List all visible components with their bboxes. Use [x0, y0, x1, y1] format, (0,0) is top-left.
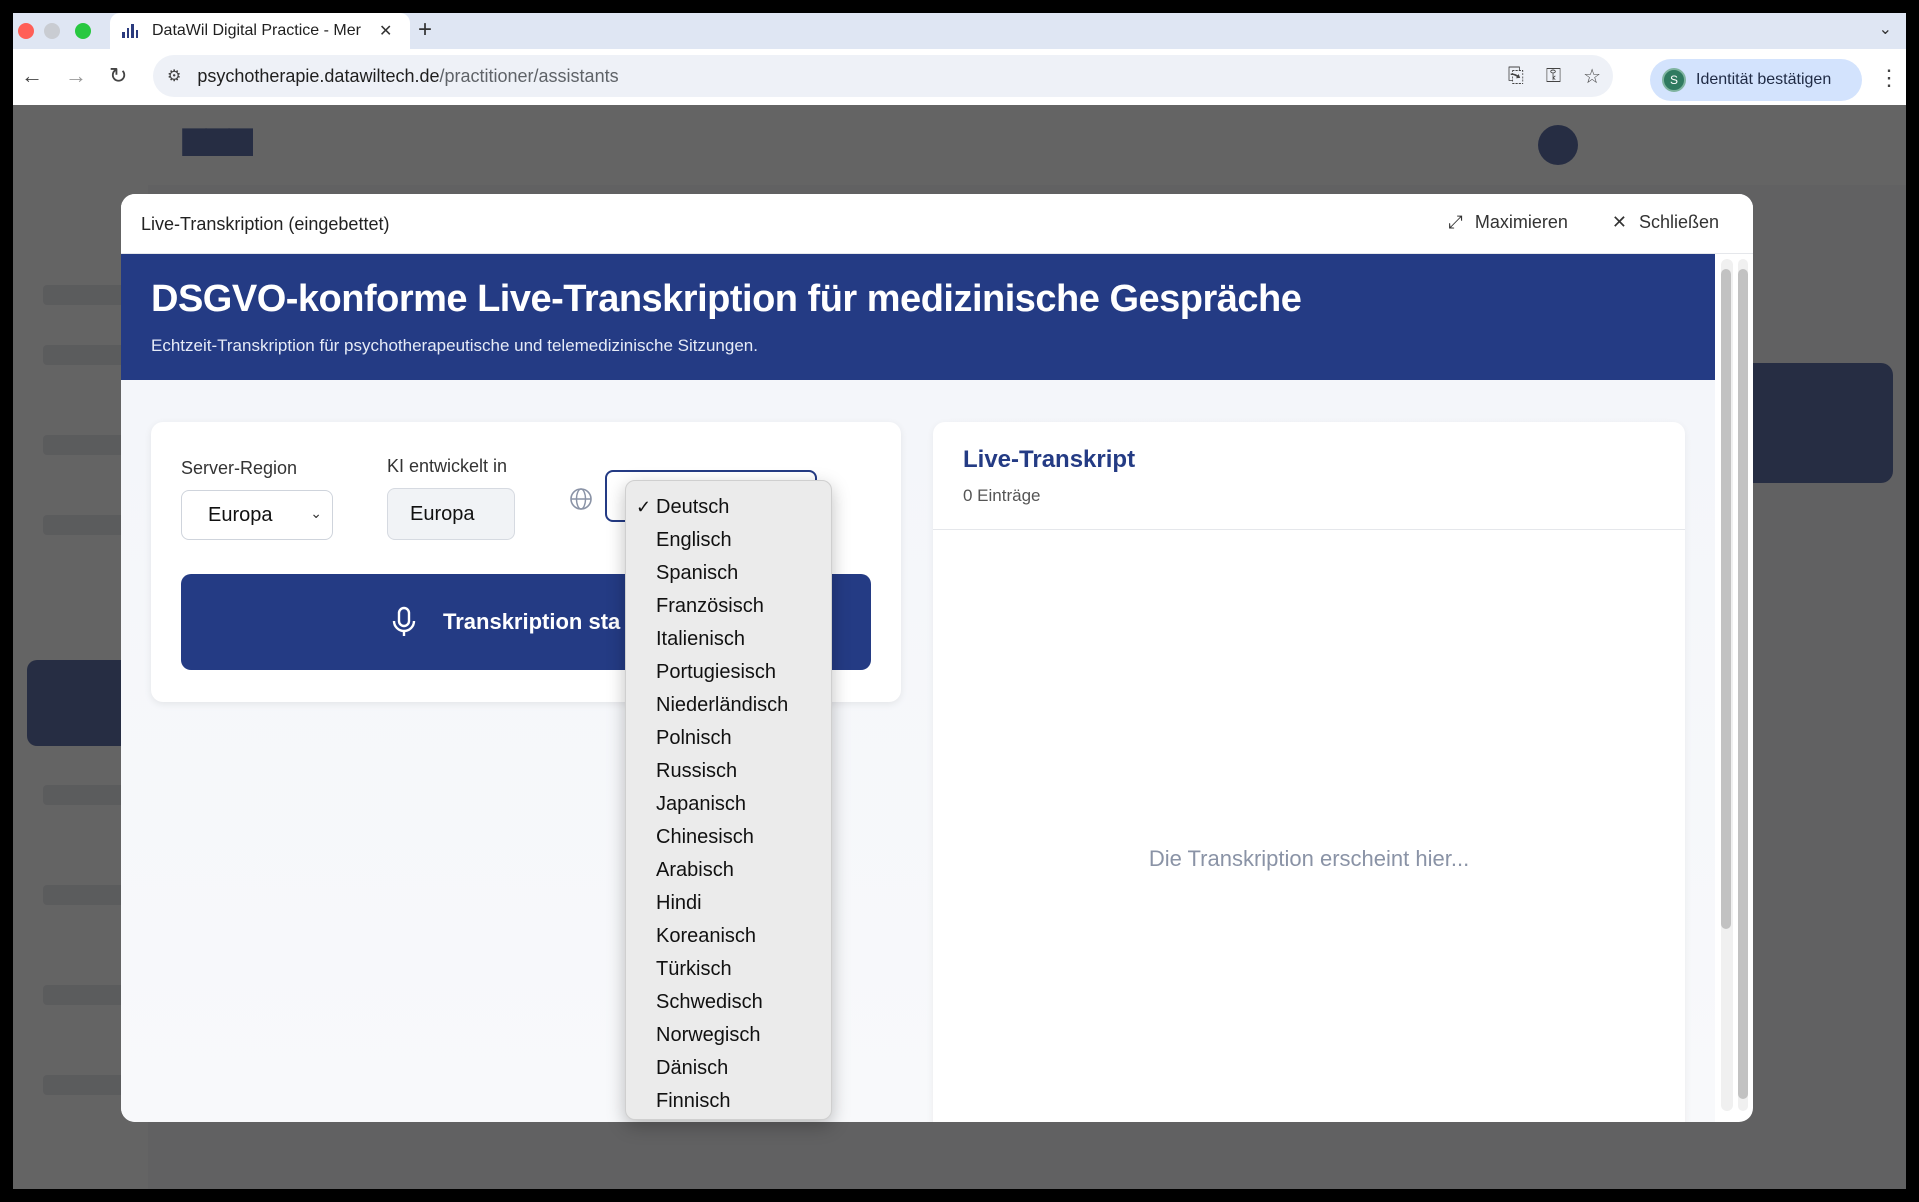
- language-option-label: Dänisch: [656, 1057, 729, 1079]
- banner-subtitle: Echtzeit-Transkription für psychotherape…: [151, 336, 758, 355]
- language-option[interactable]: Arabisch: [626, 854, 831, 887]
- profile-avatar-icon: S: [1662, 68, 1686, 92]
- language-option[interactable]: Schwedisch: [626, 986, 831, 1019]
- language-option[interactable]: Russisch: [626, 755, 831, 788]
- language-option[interactable]: Norwegisch: [626, 1019, 831, 1052]
- close-modal-button[interactable]: ✕ Schließen: [1612, 212, 1719, 233]
- language-option[interactable]: Französisch: [626, 590, 831, 623]
- ki-origin-field: Europa: [387, 488, 515, 540]
- language-option-label: Niederländisch: [656, 694, 789, 716]
- tab-bar: DataWil Digital Practice - Mer ✕ + ⌄: [13, 13, 1906, 49]
- forward-arrow-icon[interactable]: →: [65, 63, 87, 89]
- ki-origin-label: KI entwickelt in: [387, 456, 508, 476]
- live-transcription-modal: Live-Transkription (eingebettet) ⤢ Maxim…: [121, 194, 1753, 1122]
- live-transcript-card: Live-Transkript 0 Einträge Die Transkrip…: [933, 422, 1685, 1122]
- language-option[interactable]: Finnisch: [626, 1085, 831, 1118]
- start-transcription-label: Transkription sta: [443, 609, 621, 634]
- language-option-label: Französisch: [656, 595, 764, 617]
- scrollbar-thumb[interactable]: [1738, 269, 1748, 1099]
- omnibox-actions: ⎘ ⚿ ☆: [1508, 55, 1613, 97]
- close-window-button[interactable]: [18, 23, 34, 39]
- modal-scrollbar[interactable]: [1721, 259, 1733, 1111]
- translate-icon[interactable]: ⎘: [1508, 65, 1524, 88]
- site-favicon-icon: [122, 24, 138, 38]
- chevron-down-icon: ⌄: [310, 505, 322, 521]
- transcript-placeholder: Die Transkription erscheint hier...: [1148, 846, 1470, 871]
- minimize-window-button[interactable]: [44, 23, 60, 39]
- language-option[interactable]: Portugiesisch: [626, 656, 831, 689]
- language-option[interactable]: Polnisch: [626, 722, 831, 755]
- language-option[interactable]: Chinesisch: [626, 821, 831, 854]
- language-option[interactable]: Spanisch: [626, 557, 831, 590]
- close-label: Schließen: [1638, 212, 1719, 232]
- site-settings-icon[interactable]: ⚙: [167, 66, 181, 86]
- language-option[interactable]: Hindi: [626, 887, 831, 920]
- language-option-label: Spanisch: [656, 562, 739, 584]
- language-option-label: Polnisch: [656, 727, 732, 749]
- scrollbar-thumb[interactable]: [1721, 269, 1731, 929]
- language-option[interactable]: ✓ Deutsch: [626, 491, 831, 524]
- server-region-select[interactable]: Europa ⌄: [181, 490, 333, 540]
- language-option-label: Portugiesisch: [656, 661, 777, 683]
- zoom-window-button[interactable]: [75, 23, 91, 39]
- identity-button[interactable]: S Identität bestätigen: [1650, 59, 1862, 101]
- url-path: /practitioner/assistants: [439, 65, 619, 86]
- browser-menu-icon[interactable]: ⋮: [1878, 65, 1900, 91]
- address-bar[interactable]: ⚙ psychotherapie.datawiltech.de /practit…: [153, 55, 1613, 97]
- language-option-label: Schwedisch: [656, 991, 763, 1013]
- page-scrollbar[interactable]: [1738, 259, 1748, 1111]
- language-option-label: Koreanisch: [656, 925, 757, 947]
- reload-icon[interactable]: ↻: [109, 63, 127, 89]
- language-option[interactable]: Dänisch: [626, 1052, 831, 1085]
- language-option[interactable]: Italienisch: [626, 623, 831, 656]
- language-option-label: Englisch: [656, 529, 732, 551]
- server-region-value: Europa: [208, 503, 273, 526]
- modal-body: Server-Region Europa ⌄ KI entwickelt in …: [121, 380, 1715, 1122]
- back-arrow-icon[interactable]: ←: [21, 63, 43, 89]
- tab-search-chevron-icon[interactable]: ⌄: [1879, 19, 1892, 39]
- language-option[interactable]: Türkisch: [626, 953, 831, 986]
- language-option-label: Finnisch: [656, 1090, 731, 1112]
- close-icon: ✕: [1611, 212, 1627, 232]
- expand-icon: ⤢: [1448, 212, 1463, 232]
- language-option[interactable]: Niederländisch: [626, 689, 831, 722]
- identity-label: Identität bestätigen: [1696, 71, 1832, 88]
- language-option-label: Hindi: [656, 892, 702, 914]
- language-option-label: Chinesisch: [656, 826, 754, 848]
- language-option[interactable]: Japanisch: [626, 788, 831, 821]
- bookmark-star-icon[interactable]: ☆: [1583, 64, 1601, 89]
- browser-tab[interactable]: DataWil Digital Practice - Mer ✕: [110, 13, 410, 49]
- browser-toolbar: ← → ↻ ⚙ psychotherapie.datawiltech.de /p…: [13, 49, 1906, 105]
- transcript-title: Live-Transkript: [963, 446, 1136, 473]
- language-option-label: Norwegisch: [656, 1024, 761, 1046]
- transcript-header: Live-Transkript 0 Einträge: [933, 422, 1685, 530]
- maximize-button[interactable]: ⤢ Maximieren: [1448, 212, 1567, 233]
- password-key-icon[interactable]: ⚿: [1546, 65, 1561, 88]
- language-option[interactable]: Englisch: [626, 524, 831, 557]
- globe-icon: [570, 488, 592, 510]
- new-tab-icon[interactable]: +: [418, 16, 432, 44]
- modal-header: Live-Transkription (eingebettet) ⤢ Maxim…: [121, 194, 1753, 254]
- modal-title: Live-Transkription (eingebettet): [141, 214, 390, 234]
- modal-actions: ⤢ Maximieren ✕ Schließen: [1448, 212, 1719, 233]
- transcript-count: 0 Einträge: [963, 486, 1041, 505]
- banner-title: DSGVO-konforme Live-Transkription für me…: [151, 278, 1302, 320]
- language-option[interactable]: Koreanisch: [626, 920, 831, 953]
- maximize-label: Maximieren: [1474, 212, 1568, 232]
- server-region-label: Server-Region: [181, 458, 298, 478]
- ki-origin-value: Europa: [410, 502, 475, 525]
- language-option-label: Japanisch: [656, 793, 747, 815]
- language-option-label: Türkisch: [656, 958, 732, 980]
- language-option-label: Deutsch: [656, 496, 730, 518]
- checkmark-icon: ✓: [636, 497, 652, 517]
- microphone-icon: [392, 606, 416, 636]
- hero-banner: DSGVO-konforme Live-Transkription für me…: [121, 254, 1715, 380]
- tab-title: DataWil Digital Practice - Mer: [152, 22, 361, 39]
- tab-close-icon[interactable]: ✕: [379, 21, 392, 41]
- language-dropdown-menu[interactable]: ✓ Deutsch Englisch Spanisch Französisch Itali…: [625, 480, 832, 1120]
- language-option-label: Italienisch: [656, 628, 745, 650]
- language-option-label: Arabisch: [656, 859, 734, 881]
- language-option-label: Russisch: [656, 760, 738, 782]
- url-host: psychotherapie.datawiltech.de: [197, 65, 440, 86]
